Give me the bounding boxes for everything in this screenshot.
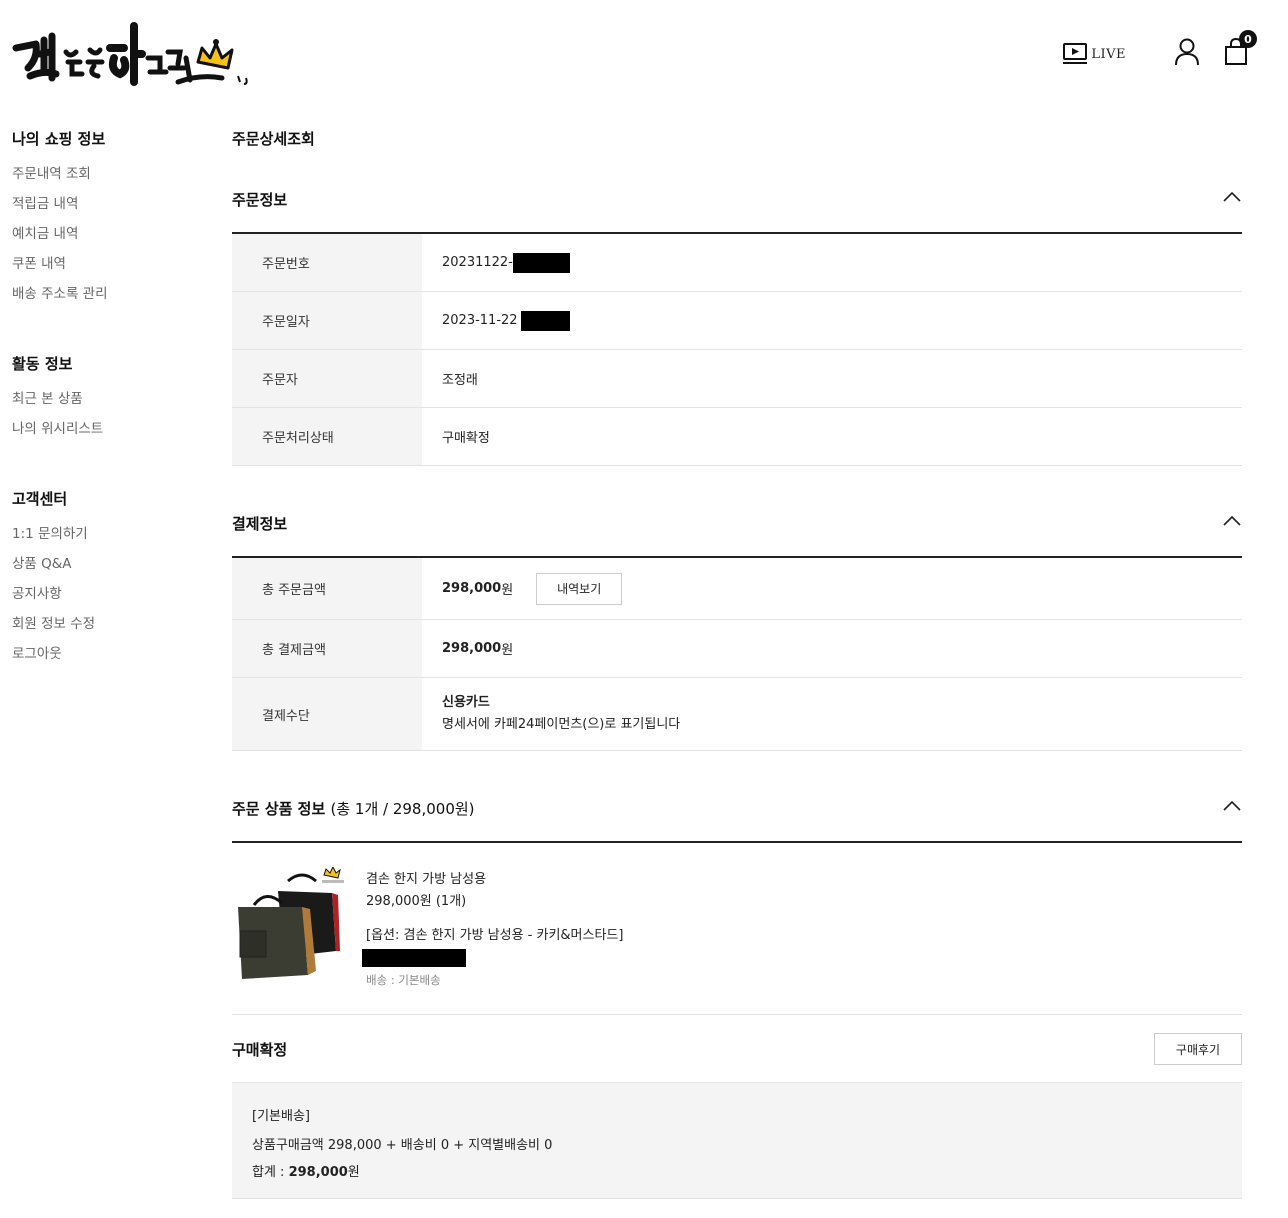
payment-method-cell: 신용카드 명세서에 카페24페이먼츠(으)로 표기됩니다 (422, 678, 1242, 750)
total-order-amount: 298,000 (442, 581, 502, 596)
sidebar-item-notices[interactable]: 공지사항 (12, 585, 202, 615)
user-icon (1175, 38, 1199, 66)
purchase-confirm-header: 구매확정 구매후기 (232, 1015, 1242, 1083)
order-number: 20231122- (442, 255, 513, 270)
chevron-up-icon[interactable] (1222, 799, 1242, 813)
brand-logo[interactable] (10, 18, 255, 90)
order-date: 2023-11-22 (442, 313, 518, 328)
purchase-status-title: 구매확정 (232, 1041, 288, 1059)
header-actions: LIVE 0 (1063, 30, 1257, 70)
section-title: 주문 상품 정보 (총 1개 / 298,000원) (232, 798, 475, 819)
chevron-up-icon[interactable] (1222, 190, 1242, 204)
product-info: 겸손 한지 가방 남성용 298,000원 (1개) [옵션: 겸손 한지 가방… (362, 869, 624, 991)
orderer-name: 조정래 (442, 373, 478, 388)
live-button[interactable]: LIVE (1063, 43, 1126, 65)
total-paid-cell: 298,000 원 (422, 620, 1242, 677)
sidebar-item-coupons[interactable]: 쿠폰 내역 (12, 255, 202, 285)
order-product-item: 겸손 한지 가방 남성용 298,000원 (1개) [옵션: 겸손 한지 가방… (232, 843, 1242, 1015)
price-breakdown: 상품구매금액 298,000 + 배송비 0 + 지역별배송비 0 (252, 1138, 553, 1153)
view-details-button[interactable]: 내역보기 (536, 572, 623, 605)
redacted-block (362, 949, 466, 967)
sidebar-item-address-book[interactable]: 배송 주소록 관리 (12, 285, 202, 315)
order-summary-box: [기본배송] 상품구매금액 298,000 + 배송비 0 + 지역별배송비 0… (232, 1083, 1242, 1199)
sidebar-group-customer-center: 고객센터 1:1 문의하기 상품 Q&A 공지사항 회원 정보 수정 로그아웃 (12, 488, 202, 675)
mypage-sidebar: 나의 쇼핑 정보 주문내역 조회 적립금 내역 예치금 내역 쿠폰 내역 배송 … (12, 128, 202, 713)
sidebar-title: 고객센터 (12, 490, 68, 508)
table-row: 총 주문금액 298,000 원 내역보기 (232, 558, 1242, 620)
sidebar-item-edit-profile[interactable]: 회원 정보 수정 (12, 615, 202, 645)
row-label: 주문일자 (232, 292, 422, 349)
my-account-button[interactable] (1174, 38, 1200, 70)
live-icon (1063, 43, 1088, 64)
currency-unit: 원 (501, 583, 514, 598)
write-review-button[interactable]: 구매후기 (1154, 1033, 1242, 1065)
redacted-block (512, 252, 570, 273)
product-info-header: 주문 상품 정보 (총 1개 / 298,000원) (232, 751, 1242, 843)
order-date-cell: 2023-11-22 (422, 292, 1242, 349)
product-option: [옵션: 겸손 한지 가방 남성용 - 카키&머스타드] (366, 928, 624, 943)
sidebar-item-points[interactable]: 적립금 내역 (12, 195, 202, 225)
total-unit: 원 (347, 1165, 360, 1180)
section-title: 주문정보 (232, 191, 288, 209)
delivery-type: 배송 : 기본배송 (366, 973, 441, 987)
order-status: 구매확정 (442, 431, 490, 446)
row-label: 총 주문금액 (232, 558, 422, 619)
sidebar-item-logout[interactable]: 로그아웃 (12, 645, 202, 675)
row-label: 주문자 (232, 350, 422, 407)
cart-count-badge: 0 (1239, 30, 1257, 48)
redacted-block (520, 310, 570, 331)
product-thumbnail[interactable] (232, 867, 354, 989)
sidebar-item-deposit[interactable]: 예치금 내역 (12, 225, 202, 255)
sidebar-group-activity: 활동 정보 최근 본 상품 나의 위시리스트 (12, 353, 202, 450)
row-label: 결제수단 (232, 678, 422, 750)
product-price: 298,000원 (1개) (366, 894, 467, 909)
total-label: 합계 : (252, 1165, 289, 1180)
table-row: 주문일자 2023-11-22 (232, 292, 1242, 350)
table-row: 총 결제금액 298,000 원 (232, 620, 1242, 678)
section-title: 결제정보 (232, 515, 288, 533)
sidebar-title: 나의 쇼핑 정보 (12, 130, 106, 148)
currency-unit: 원 (501, 643, 514, 658)
table-row: 결제수단 신용카드 명세서에 카페24페이먼츠(으)로 표기됩니다 (232, 678, 1242, 751)
payment-info-header: 결제정보 (232, 466, 1242, 558)
sidebar-item-order-history[interactable]: 주문내역 조회 (12, 165, 202, 195)
product-section-title: 주문 상품 정보 (232, 800, 326, 818)
row-label: 주문처리상태 (232, 408, 422, 465)
payment-method-note: 명세서에 카페24페이먼츠(으)로 표기됩니다 (442, 717, 681, 732)
cart-button[interactable]: 0 (1224, 30, 1257, 70)
total-order-cell: 298,000 원 내역보기 (422, 558, 1242, 619)
order-info-header: 주문정보 (232, 152, 1242, 234)
table-row: 주문처리상태 구매확정 (232, 408, 1242, 466)
total-value: 298,000 (288, 1165, 348, 1180)
sidebar-item-inquiry[interactable]: 1:1 문의하기 (12, 525, 202, 555)
order-number-cell: 20231122- (422, 234, 1242, 291)
product-section-summary: (총 1개 / 298,000원) (330, 800, 475, 818)
sidebar-title: 활동 정보 (12, 355, 73, 373)
chevron-up-icon[interactable] (1222, 514, 1242, 528)
sidebar-group-shopping: 나의 쇼핑 정보 주문내역 조회 적립금 내역 예치금 내역 쿠폰 내역 배송 … (12, 128, 202, 315)
redacted-row (362, 947, 623, 969)
order-info-table: 주문번호 20231122- 주문일자 2023-11-22 주문자 조정래 주… (232, 234, 1242, 466)
table-row: 주문자 조정래 (232, 350, 1242, 408)
sidebar-item-recently-viewed[interactable]: 최근 본 상품 (12, 390, 202, 420)
table-row: 주문번호 20231122- (232, 234, 1242, 292)
row-label: 주문번호 (232, 234, 422, 291)
total-paid-amount: 298,000 (442, 641, 502, 656)
payment-method: 신용카드 (442, 695, 490, 710)
sidebar-item-wishlist[interactable]: 나의 위시리스트 (12, 420, 202, 450)
sidebar-item-product-qna[interactable]: 상품 Q&A (12, 555, 202, 585)
payment-info-table: 총 주문금액 298,000 원 내역보기 총 결제금액 298,000 원 결… (232, 558, 1242, 751)
order-total: 합계 : 298,000원 (252, 1159, 1222, 1186)
logo-graphic (12, 22, 248, 86)
page-title: 주문상세조회 (232, 130, 315, 148)
order-detail-main: 주문상세조회 주문정보 주문번호 20231122- 주문일자 2023-11-… (232, 128, 1242, 1199)
row-label: 총 결제금액 (232, 620, 422, 677)
product-name[interactable]: 겸손 한지 가방 남성용 (366, 869, 623, 891)
live-label: LIVE (1091, 46, 1126, 62)
delivery-group-label: [기본배송] (252, 1109, 310, 1124)
